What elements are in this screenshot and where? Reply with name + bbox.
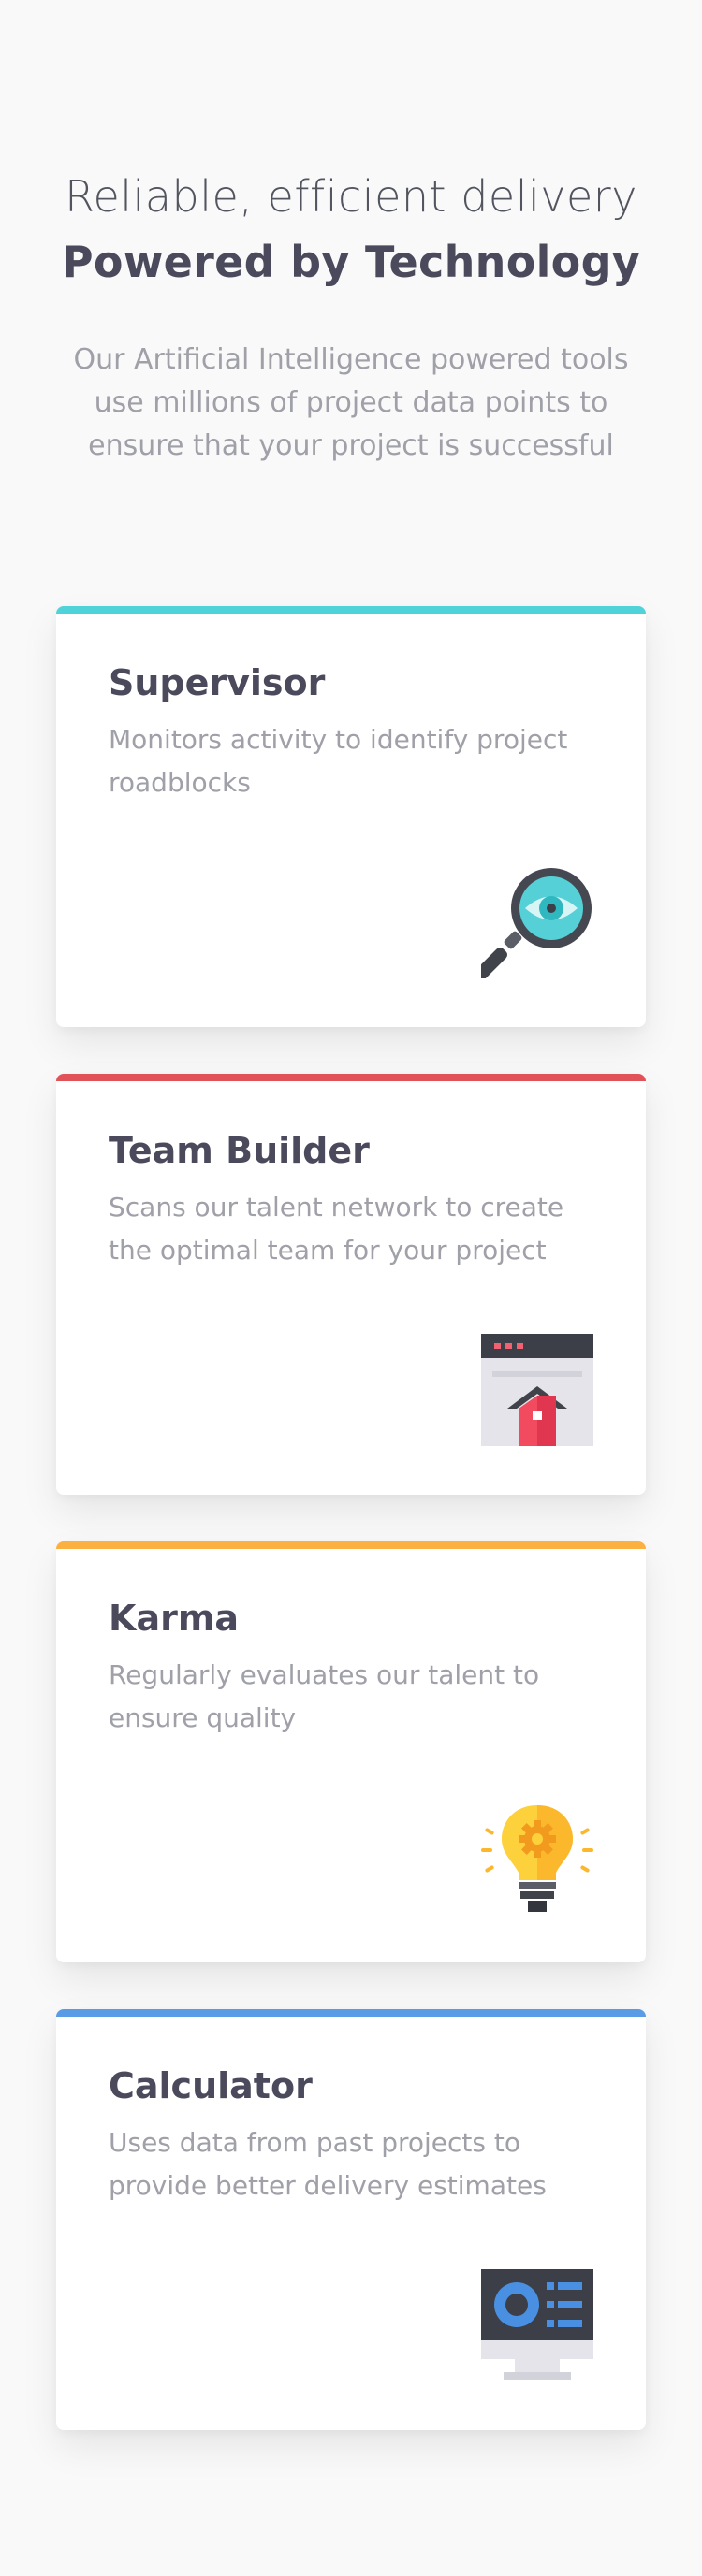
card-accent-bar bbox=[56, 2009, 646, 2017]
hero-description: Our Artificial Intelligence powered tool… bbox=[73, 343, 629, 462]
lightbulb-gear-icon bbox=[481, 1802, 593, 1914]
monitor-chart-icon bbox=[481, 2269, 593, 2381]
card-accent-bar bbox=[56, 606, 646, 614]
hero-title: Powered by Technology bbox=[61, 237, 641, 287]
card-calculator: Calculator Uses data from past projects … bbox=[56, 2009, 646, 2430]
card-supervisor: Supervisor Monitors activity to identify… bbox=[56, 606, 646, 1027]
card-description: Uses data from past projects to provide … bbox=[109, 2127, 547, 2201]
card-accent-bar bbox=[56, 1541, 646, 1549]
browser-house-icon bbox=[481, 1334, 593, 1446]
card-title: Karma bbox=[109, 1598, 240, 1639]
card-title: Supervisor bbox=[109, 662, 326, 703]
card-description: Scans our talent network to create the o… bbox=[109, 1192, 564, 1266]
card-title: Calculator bbox=[109, 2065, 313, 2106]
page: Reliable, efficient delivery Powered by … bbox=[0, 0, 702, 2576]
hero-subtitle: Reliable, efficient delivery bbox=[65, 171, 637, 222]
card-karma: Karma Regularly evaluates our talent to … bbox=[56, 1541, 646, 1962]
card-accent-bar bbox=[56, 1074, 646, 1081]
card-team-builder: Team Builder Scans our talent network to… bbox=[56, 1074, 646, 1495]
card-description: Monitors activity to identify project ro… bbox=[109, 724, 568, 798]
card-description: Regularly evaluates our talent to ensure… bbox=[109, 1659, 540, 1733]
magnifier-eye-icon bbox=[481, 866, 593, 978]
card-title: Team Builder bbox=[109, 1130, 370, 1171]
